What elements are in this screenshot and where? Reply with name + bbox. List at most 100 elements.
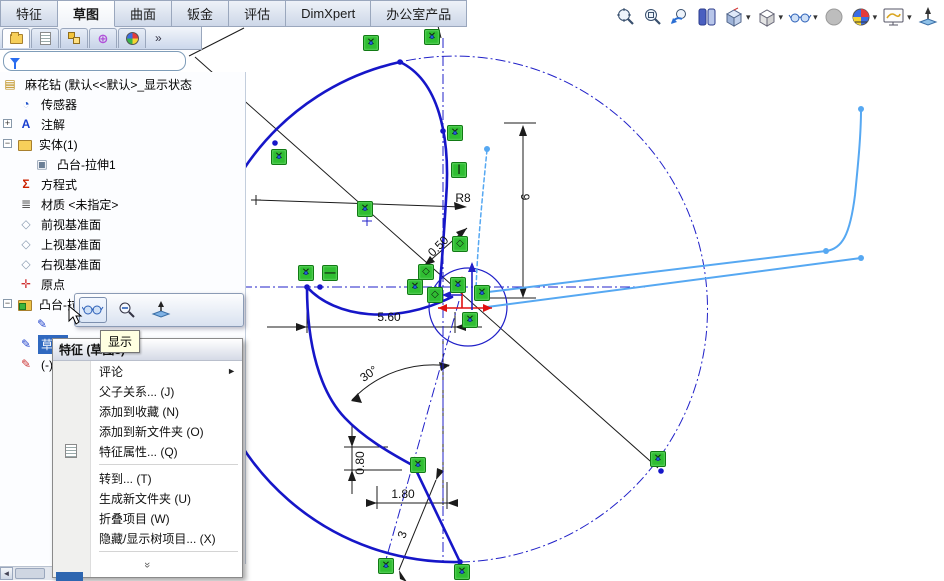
menu-item[interactable]: 父子关系... (J) — [53, 381, 242, 401]
annotations-icon: A — [18, 117, 34, 132]
coincident-relation-icon[interactable]: ✕ — [298, 265, 314, 281]
display-style-button[interactable]: ▾ — [755, 5, 785, 29]
tree-item[interactable]: ▣凸台-拉伸1 — [0, 154, 246, 174]
coincident-relation-icon[interactable]: ✕ — [410, 457, 426, 473]
menu-separator — [99, 551, 238, 552]
tab-草图[interactable]: 草图 — [58, 0, 115, 27]
filter-input[interactable] — [24, 54, 179, 68]
dim-edge[interactable]: 1.80 — [391, 487, 415, 501]
tab-propertymanager[interactable] — [31, 28, 59, 48]
menu-item-label: 隐藏/显示树项目... (X) — [99, 530, 216, 547]
section-view-button[interactable] — [695, 5, 719, 29]
scene-icon — [850, 6, 872, 28]
tree-item[interactable]: ▤麻花钻 (默认<<默认>_显示状态 — [0, 74, 246, 94]
submenu-arrow-icon: ► — [227, 366, 236, 376]
coincident-relation-icon[interactable]: ✕ — [378, 558, 394, 574]
tab-configurationmanager[interactable] — [60, 28, 88, 48]
hide-show-items-button[interactable]: ▾ — [787, 5, 819, 29]
tab-曲面[interactable]: 曲面 — [115, 0, 172, 27]
coincident-relation-icon[interactable]: ✕ — [363, 35, 379, 51]
scroll-left-icon[interactable]: ◄ — [0, 567, 13, 580]
menu-item[interactable]: 评论► — [53, 361, 242, 381]
section-view-icon — [696, 6, 718, 28]
menu-item[interactable]: 生成新文件夹 (U) — [53, 488, 242, 508]
coincident-relation-icon[interactable]: ✕ — [454, 564, 470, 580]
caret-icon: ▾ — [779, 12, 784, 23]
dim-height[interactable]: 9 — [518, 194, 532, 201]
tab-办公室产品[interactable]: 办公室产品 — [371, 0, 467, 27]
tree-item-label: 方程式 — [38, 175, 80, 194]
menu-item[interactable]: 添加到收藏 (N) — [53, 401, 242, 421]
dim-width[interactable]: 5.60 — [377, 310, 401, 324]
tree-item-label: 前视基准面 — [38, 215, 104, 234]
tree-item[interactable]: ◇上视基准面 — [0, 234, 246, 254]
menu-item[interactable]: 添加到新文件夹 (O) — [53, 421, 242, 441]
tree-item[interactable]: ◔传感器 — [0, 94, 246, 114]
tangent-relation-icon[interactable]: ◇ — [452, 236, 468, 252]
plane-icon: ◇ — [18, 257, 34, 272]
tab-displaymanager[interactable] — [118, 28, 146, 48]
dim-radius[interactable]: R8 — [455, 191, 471, 205]
menu-item-label: 折叠项目 (W) — [99, 510, 170, 527]
coincident-relation-icon[interactable]: ✕ — [450, 277, 466, 293]
coincident-relation-icon[interactable]: ✕ — [424, 29, 440, 45]
scrollbar-thumb[interactable] — [15, 568, 45, 579]
coincident-relation-icon[interactable]: ✕ — [271, 149, 287, 165]
zoom-area-icon — [642, 6, 664, 28]
tab-dimxpertmanager[interactable]: ⊕ — [89, 28, 117, 48]
tree-item[interactable]: + A 注解 — [0, 114, 246, 134]
tree-item[interactable]: ✛原点 — [0, 274, 246, 294]
menu-item-label: 转到... (T) — [99, 470, 152, 487]
zoom-area-button[interactable] — [641, 5, 665, 29]
tangent-relation-icon[interactable]: ◇ — [418, 264, 434, 280]
material-icon: ≣ — [18, 197, 34, 212]
dim-lip[interactable]: 0.80 — [353, 451, 367, 475]
previous-view-button[interactable] — [668, 5, 692, 29]
menu-expand-chevron[interactable]: » — [53, 555, 242, 573]
tree-item-label: 麻花钻 (默认<<默认>_显示状态 — [22, 75, 195, 94]
expander-icon[interactable]: − — [3, 139, 12, 148]
menu-item[interactable]: 转到... (T) — [53, 468, 242, 488]
tangent-relation-icon[interactable]: ◇ — [427, 287, 443, 303]
tab-特征[interactable]: 特征 — [0, 0, 58, 27]
context-toolbar — [74, 293, 244, 327]
equations-icon: Σ — [18, 177, 34, 192]
tree-item-label: 注解 — [38, 115, 68, 134]
view-settings-button[interactable]: ▾ — [881, 5, 913, 29]
panel-tabs-overflow[interactable]: » — [155, 31, 162, 45]
tree-item[interactable]: −实体(1) — [0, 134, 246, 154]
tree-item[interactable]: ◇前视基准面 — [0, 214, 246, 234]
tab-DimXpert[interactable]: DimXpert — [286, 0, 371, 27]
expander-icon[interactable]: − — [3, 299, 12, 308]
tree-item-label: 材质 <未指定> — [38, 195, 121, 214]
tree-item[interactable]: ◇右视基准面 — [0, 254, 246, 274]
coincident-relation-icon[interactable]: ✕ — [474, 285, 490, 301]
horizontal-relation-icon[interactable]: — — [322, 265, 338, 281]
coincident-relation-icon[interactable]: ✕ — [407, 279, 423, 295]
panel-tabs: ⊕ » — [0, 27, 202, 50]
tab-钣金[interactable]: 钣金 — [172, 0, 229, 27]
menu-item[interactable]: 隐藏/显示树项目... (X) — [53, 528, 242, 548]
reference-axis-button[interactable] — [916, 5, 940, 29]
coincident-relation-icon[interactable]: ✕ — [462, 312, 478, 328]
tree-item[interactable]: Σ 方程式 — [0, 174, 246, 194]
normal-to-button[interactable] — [147, 297, 175, 323]
apply-scene-button[interactable]: ▾ — [849, 5, 879, 29]
shadows-button[interactable] — [822, 5, 846, 29]
tree-filter[interactable] — [3, 51, 186, 71]
tree-item[interactable]: ≣ 材质 <未指定> — [0, 194, 246, 214]
menu-item[interactable]: 折叠项目 (W) — [53, 508, 242, 528]
zoom-to-selection-button[interactable] — [113, 297, 141, 323]
view-orientation-icon — [723, 6, 745, 28]
tab-featuremanager[interactable] — [2, 28, 30, 48]
expander-icon[interactable]: + — [3, 119, 12, 128]
zoom-fit-button[interactable] — [614, 5, 638, 29]
zoom-fit-icon — [615, 6, 637, 28]
tab-评估[interactable]: 评估 — [229, 0, 286, 27]
coincident-relation-icon[interactable]: ✕ — [650, 451, 666, 467]
coincident-relation-icon[interactable]: ✕ — [357, 201, 373, 217]
menu-item[interactable]: 特征属性... (Q) — [53, 441, 242, 461]
vertical-relation-icon[interactable]: | — [451, 162, 467, 178]
view-orientation-button[interactable]: ▾ — [722, 5, 752, 29]
coincident-relation-icon[interactable]: ✕ — [447, 125, 463, 141]
